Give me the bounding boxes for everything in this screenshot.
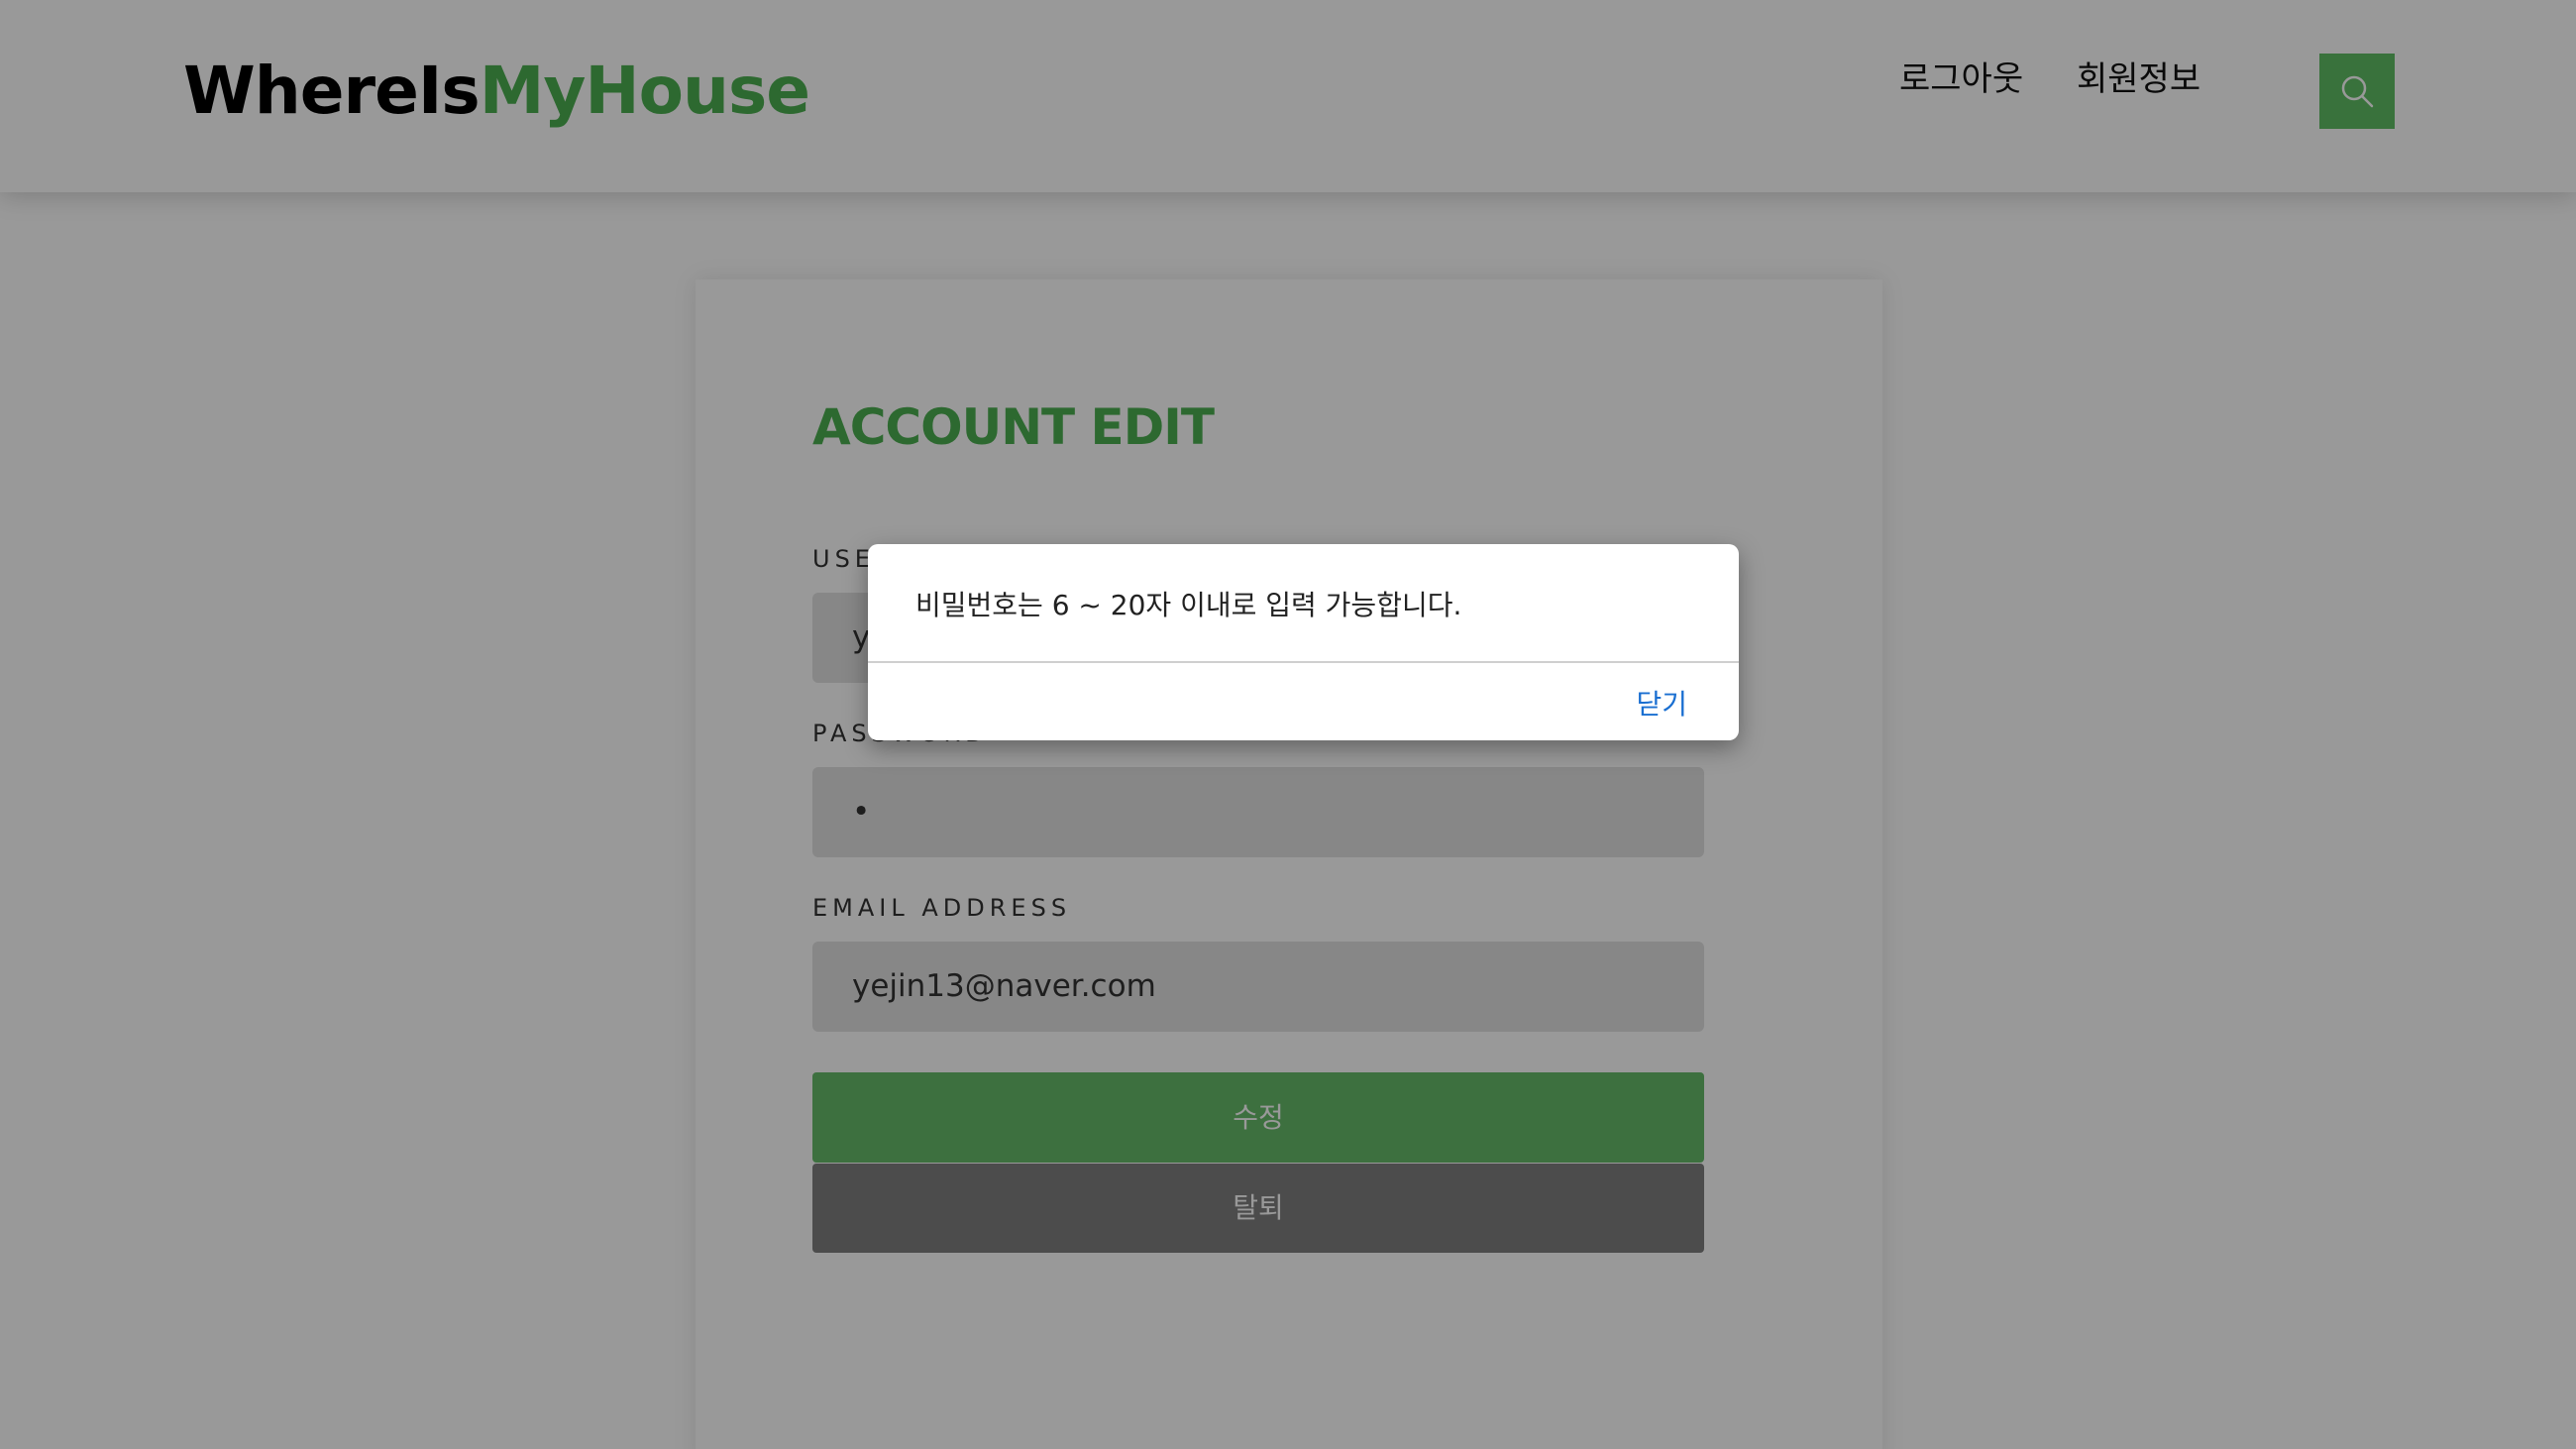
- alert-message: 비밀번호는 6 ~ 20자 이내로 입력 가능합니다.: [915, 589, 1462, 621]
- page: WhereIsMyHouse 로그아웃 회원정보 ACCOUNT EDIT US…: [0, 0, 2576, 1449]
- close-button[interactable]: 닫기: [1636, 683, 1687, 723]
- alert-dialog: 비밀번호는 6 ~ 20자 이내로 입력 가능합니다. 닫기: [868, 544, 1739, 740]
- dialog-divider: [868, 661, 1739, 663]
